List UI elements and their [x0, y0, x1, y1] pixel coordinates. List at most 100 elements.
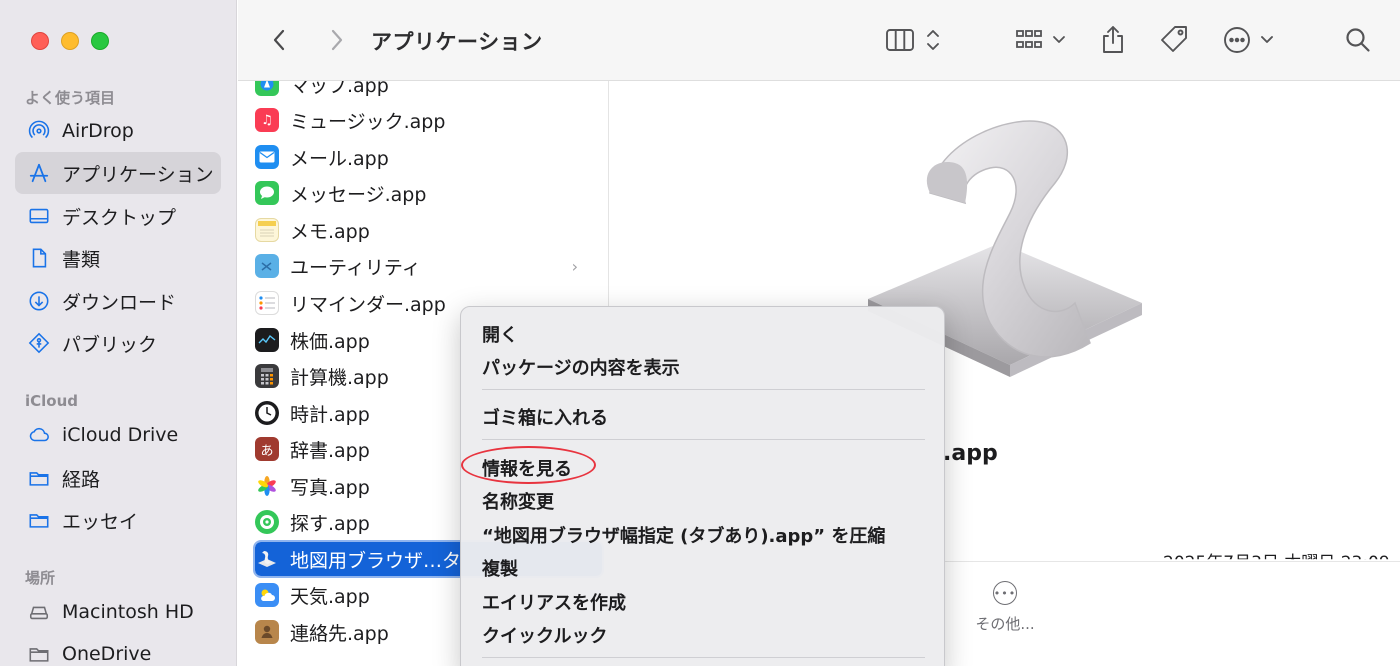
- list-item[interactable]: メモ.app: [255, 213, 602, 247]
- sidebar-item-essay[interactable]: エッセイ: [15, 499, 221, 541]
- back-button[interactable]: [264, 22, 294, 58]
- list-item[interactable]: メール.app: [255, 140, 602, 174]
- group-button[interactable]: [1013, 22, 1071, 58]
- notes-icon: [255, 218, 279, 242]
- zoom-window-button[interactable]: [91, 32, 109, 50]
- folder-icon: [27, 508, 51, 532]
- messages-icon: [255, 181, 279, 205]
- sidebar-item-documents[interactable]: 書類: [15, 237, 221, 279]
- script-icon: [255, 547, 279, 571]
- search-icon: [1346, 28, 1370, 52]
- context-menu: 開く パッケージの内容を表示 ゴミ箱に入れる 情報を見る 名称変更 “地図用ブラ…: [460, 306, 945, 666]
- sidebar-item-downloads[interactable]: ダウンロード: [15, 280, 221, 322]
- forward-button[interactable]: [322, 22, 352, 58]
- sidebar-item-label: パブリック: [62, 333, 158, 356]
- sidebar-item-route[interactable]: 経路: [15, 457, 221, 499]
- file-name: 写真.app: [290, 476, 370, 499]
- sidebar-item-label: iCloud Drive: [62, 424, 179, 446]
- minimize-window-button[interactable]: [61, 32, 79, 50]
- sidebar-item-label: エッセイ: [62, 510, 139, 533]
- desktop-icon: [27, 204, 51, 228]
- findmy-icon: [255, 510, 279, 534]
- file-name: ミュージック.app: [290, 110, 446, 133]
- weather-icon: [255, 583, 279, 607]
- chevron-right-icon: ›: [571, 256, 578, 276]
- window-controls: [31, 32, 109, 50]
- sidebar-item-onedrive[interactable]: OneDrive: [15, 633, 221, 666]
- applications-icon: [27, 161, 51, 185]
- preview-file-name: .app: [943, 441, 998, 466]
- sidebar-section-icloud: iCloud: [25, 392, 79, 410]
- sidebar-item-public[interactable]: パブリック: [15, 322, 221, 364]
- file-name: 連絡先.app: [290, 622, 389, 645]
- file-name: 株価.app: [290, 330, 370, 353]
- tag-icon: [1161, 26, 1187, 52]
- close-window-button[interactable]: [31, 32, 49, 50]
- file-name: 天気.app: [290, 585, 370, 608]
- list-item[interactable]: ♫ ミュージック.app: [255, 103, 602, 137]
- window-title: アプリケーション: [371, 30, 543, 54]
- menu-item-compress[interactable]: “地図用ブラウザ幅指定 (タブあり).app” を圧縮: [482, 522, 885, 548]
- cloud-icon: [27, 423, 51, 447]
- action-button[interactable]: [1221, 22, 1279, 58]
- contacts-icon: [255, 620, 279, 644]
- menu-item-rename[interactable]: 名称変更: [482, 488, 554, 514]
- sidebar-section-favorites: よく使う項目: [25, 89, 116, 107]
- download-icon: [27, 289, 51, 313]
- menu-item-move-to-trash[interactable]: ゴミ箱に入れる: [482, 404, 608, 430]
- sidebar-section-locations: 場所: [25, 569, 56, 587]
- menu-separator: [482, 439, 925, 440]
- public-icon: [27, 331, 51, 355]
- file-name: メール.app: [290, 147, 389, 170]
- sidebar-item-macintosh-hd[interactable]: Macintosh HD: [15, 591, 221, 633]
- folder-icon: [27, 466, 51, 490]
- more-button[interactable]: ••• その他...: [973, 581, 1037, 634]
- airdrop-icon: [27, 119, 51, 143]
- menu-item-show-package-contents[interactable]: パッケージの内容を表示: [482, 354, 680, 380]
- dictionary-icon: あ: [255, 437, 279, 461]
- list-item[interactable]: メッセージ.app: [255, 176, 602, 210]
- list-item[interactable]: マップ.app: [255, 81, 602, 101]
- search-button[interactable]: [1342, 22, 1374, 58]
- music-icon: ♫: [255, 108, 279, 132]
- file-name: メモ.app: [290, 220, 370, 243]
- file-name: リマインダー.app: [290, 293, 446, 316]
- clock-icon: [255, 401, 279, 425]
- stocks-icon: [255, 328, 279, 352]
- finder-window: よく使う項目 AirDrop アプリケーション デスクトップ 書類 ダウンロード…: [0, 0, 1400, 666]
- sidebar-item-icloud-drive[interactable]: iCloud Drive: [15, 414, 221, 456]
- reminders-icon: [255, 291, 279, 315]
- file-name: 探す.app: [290, 512, 370, 535]
- sidebar-item-label: Macintosh HD: [62, 601, 194, 623]
- mail-icon: [255, 145, 279, 169]
- sidebar-item-label: アプリケーション: [62, 163, 214, 186]
- menu-item-quick-look[interactable]: クイックルック: [482, 622, 607, 648]
- sidebar-item-label: 書類: [62, 248, 101, 271]
- sidebar-item-applications[interactable]: アプリケーション: [15, 152, 221, 194]
- share-icon: [1103, 26, 1123, 53]
- menu-separator: [482, 657, 925, 658]
- grid-icon: [1016, 30, 1065, 48]
- file-name: メッセージ.app: [290, 183, 427, 206]
- file-name: 辞書.app: [290, 439, 370, 462]
- file-name: ユーティリティ: [290, 256, 421, 279]
- document-icon: [27, 246, 51, 270]
- sidebar-item-label: 経路: [62, 468, 101, 491]
- more-label: その他...: [975, 615, 1035, 633]
- sidebar-item-label: デスクトップ: [62, 206, 177, 229]
- share-button[interactable]: [1098, 22, 1128, 58]
- folder-icon: [27, 642, 51, 666]
- sidebar-item-airdrop[interactable]: AirDrop: [15, 110, 221, 152]
- toolbar: アプリケーション: [238, 0, 1400, 81]
- menu-item-duplicate[interactable]: 複製: [482, 555, 518, 581]
- menu-item-make-alias[interactable]: エイリアスを作成: [482, 589, 626, 615]
- view-mode-button[interactable]: [883, 22, 945, 58]
- tag-button[interactable]: [1156, 22, 1192, 58]
- list-item[interactable]: ユーティリティ ›: [255, 249, 602, 283]
- utilities-folder-icon: [255, 254, 279, 278]
- sidebar-item-desktop[interactable]: デスクトップ: [15, 195, 221, 237]
- menu-item-open[interactable]: 開く: [482, 321, 518, 347]
- calculator-icon: [255, 364, 279, 388]
- menu-separator: [482, 389, 925, 390]
- ellipsis-circle-icon: [1224, 27, 1273, 53]
